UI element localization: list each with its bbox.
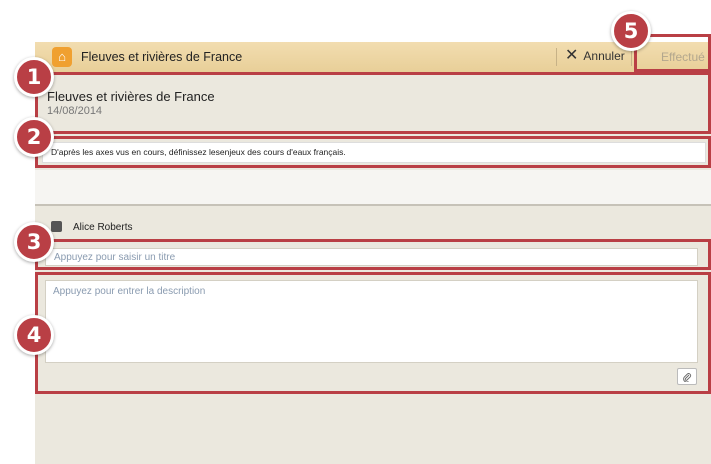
annotation-badge-4: 4: [14, 315, 54, 355]
cancel-label: Annuler: [583, 49, 625, 63]
annotation-badge-5: 5: [611, 11, 651, 51]
cancel-button[interactable]: ✕ Annuler: [565, 47, 625, 64]
divider: [35, 204, 711, 206]
divider: [556, 48, 557, 66]
annotation-badge-1: 1: [14, 57, 54, 97]
highlight-box-4: [35, 272, 711, 394]
close-icon: ✕: [565, 47, 579, 64]
annotation-badge-3: 3: [14, 222, 54, 262]
highlight-box-1: [35, 72, 711, 134]
avatar: [51, 221, 62, 232]
highlight-box-2: [35, 136, 711, 168]
header-bar: ⌂ Fleuves et rivières de France ✕ Annule…: [35, 42, 711, 73]
highlight-box-3: [35, 239, 711, 270]
app-home-icon[interactable]: ⌂: [52, 47, 72, 67]
spacer-band: [35, 170, 711, 204]
header-title: Fleuves et rivières de France: [81, 50, 243, 64]
annotation-badge-2: 2: [14, 117, 54, 157]
author-name: Alice Roberts: [73, 222, 133, 233]
